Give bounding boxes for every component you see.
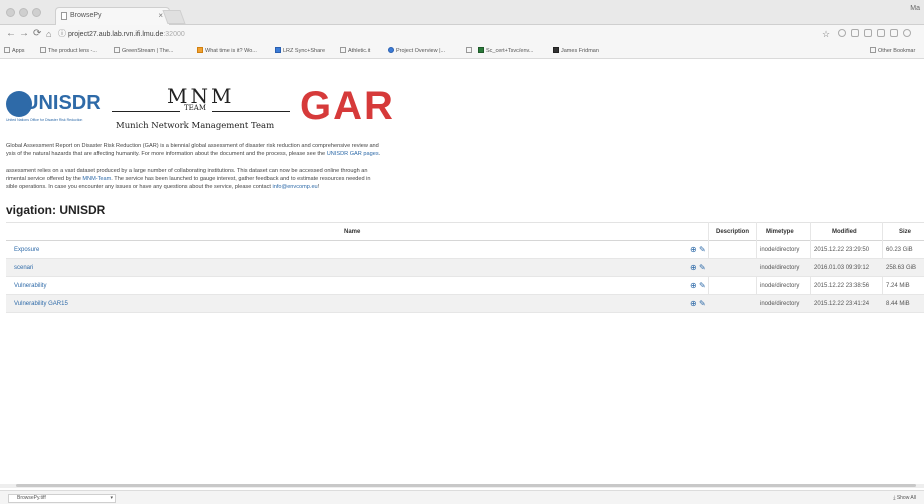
back-arrow-icon[interactable]: ← (6, 28, 16, 40)
bookmark-icon (114, 47, 120, 53)
tab-title: BrowsePy (70, 12, 102, 19)
address-bar[interactable]: project27.aub.lab.rvn.ifi.lmu.de:32000 (68, 28, 838, 42)
mnm-team-link[interactable]: MNM-Team (82, 176, 111, 182)
horizontal-scrollbar-thumb[interactable] (16, 484, 916, 487)
bookmark-icon (466, 47, 472, 53)
table-header: Name Description Mimetype Modified Size (6, 222, 924, 241)
service-paragraph: assessment relies on a vast dataset prod… (6, 168, 371, 190)
new-tab-button[interactable] (162, 10, 186, 24)
bookmark-item[interactable]: James Fridman (553, 47, 599, 55)
browser-tab[interactable]: BrowsePy × (55, 7, 170, 25)
download-icon[interactable]: ⊕ (690, 263, 697, 272)
browser-toolbar: ← → ⟳ ⌂ ⓘ project27.aub.lab.rvn.ifi.lmu.… (0, 25, 924, 44)
download-icon[interactable]: ⊕ (690, 245, 697, 254)
bookmark-item[interactable]: Athletic.it (340, 47, 370, 55)
tab-bar: BrowsePy × Ma (0, 0, 924, 25)
column-mimetype[interactable]: Mimetype (766, 229, 794, 235)
sync-icon (275, 47, 281, 53)
page-icon (61, 12, 67, 20)
bookmark-icon (40, 47, 46, 53)
table-row[interactable]: scenari ⊕ ✎ inode/directory 2016.01.03 0… (6, 259, 924, 277)
gar-logo: GAR (300, 84, 395, 128)
bookmark-icon (478, 47, 484, 53)
bookmark-item[interactable]: Project Overview |... (388, 47, 445, 55)
unisdr-subtitle: United Nations Office for Disaster Risk … (6, 118, 83, 122)
chevron-down-icon[interactable]: ▾ (110, 495, 113, 502)
directory-link[interactable]: Vulnerability GAR15 (14, 301, 68, 307)
home-icon[interactable]: ⌂ (46, 28, 51, 40)
bookmarks-bar: Apps The product lens -... GreenStream |… (0, 44, 924, 59)
forward-arrow-icon[interactable]: → (19, 28, 29, 40)
bookmark-item[interactable]: What time is it? Wo... (197, 47, 257, 55)
download-bar: BrowsePy.tiff ▾ ⤓ Show All (0, 490, 924, 504)
bookmark-star-icon[interactable]: ☆ (822, 28, 830, 40)
extension-icon[interactable] (851, 29, 859, 37)
edit-icon[interactable]: ✎ (699, 245, 706, 254)
column-name[interactable]: Name (344, 229, 360, 235)
contact-email-link[interactable]: info@envcomp.eu (273, 184, 318, 190)
mnm-logo: MNM TEAM Munich Network Management Team (112, 84, 292, 134)
table-row[interactable]: Exposure ⊕ ✎ inode/directory 2015.12.22 … (6, 241, 924, 259)
column-description[interactable]: Description (716, 229, 749, 235)
clock-icon (197, 47, 203, 53)
download-icon[interactable]: ⊕ (690, 299, 697, 308)
url-port: :32000 (163, 31, 185, 38)
bookmark-apps[interactable]: Apps (4, 47, 25, 55)
edit-icon[interactable]: ✎ (699, 281, 706, 290)
apps-icon (4, 47, 10, 53)
bookmark-item[interactable]: GreenStream | The... (114, 47, 173, 55)
show-all-button[interactable]: ⤓ Show All (893, 494, 916, 503)
extension-icon[interactable] (877, 29, 885, 37)
other-bookmarks[interactable]: Other Bookmar (870, 47, 915, 55)
zoom-window-button[interactable] (32, 8, 41, 17)
bookmark-item[interactable]: Sc_cert+Tsvc/env... (478, 47, 533, 55)
column-size[interactable]: Size (899, 229, 911, 235)
unisdr-gar-link[interactable]: UNISDR GAR pages (327, 151, 379, 157)
settings-icon[interactable] (903, 29, 911, 37)
table-row[interactable]: Vulnerability GAR15 ⊕ ✎ inode/directory … (6, 295, 924, 313)
bookmark-item[interactable]: The product lens -... (40, 47, 97, 55)
intro-paragraph: Global Assessment Report on Disaster Ris… (6, 143, 381, 157)
edit-icon[interactable]: ✎ (699, 263, 706, 272)
navigation-heading: vigation: UNISDR (6, 203, 106, 217)
url-host: project27.aub.lab.rvn.ifi.lmu.de (68, 31, 164, 38)
download-icon[interactable]: ⊕ (690, 281, 697, 290)
extension-icon[interactable] (864, 29, 872, 37)
folder-icon (870, 47, 876, 53)
column-modified[interactable]: Modified (832, 229, 857, 235)
download-icon: ⤓ (893, 495, 896, 501)
bookmark-item[interactable] (466, 47, 474, 55)
bookmark-item[interactable]: LRZ Sync+Share (275, 47, 325, 55)
table-row[interactable]: Vulnerability ⊕ ✎ inode/directory 2015.1… (6, 277, 924, 295)
directory-link[interactable]: scenari (14, 265, 33, 271)
profile-name[interactable]: Ma (910, 5, 920, 12)
minimize-window-button[interactable] (19, 8, 28, 17)
info-icon: ⓘ (58, 29, 66, 38)
extension-icon[interactable] (890, 29, 898, 37)
extension-icon[interactable] (838, 29, 846, 37)
bookmark-icon (553, 47, 559, 53)
reload-icon[interactable]: ⟳ (33, 28, 41, 40)
directory-link[interactable]: Vulnerability (14, 283, 46, 289)
bookmark-icon (340, 47, 346, 53)
edit-icon[interactable]: ✎ (699, 299, 706, 308)
close-window-button[interactable] (6, 8, 15, 17)
download-item[interactable]: BrowsePy.tiff ▾ (8, 494, 116, 503)
project-icon (388, 47, 394, 53)
directory-link[interactable]: Exposure (14, 247, 39, 253)
